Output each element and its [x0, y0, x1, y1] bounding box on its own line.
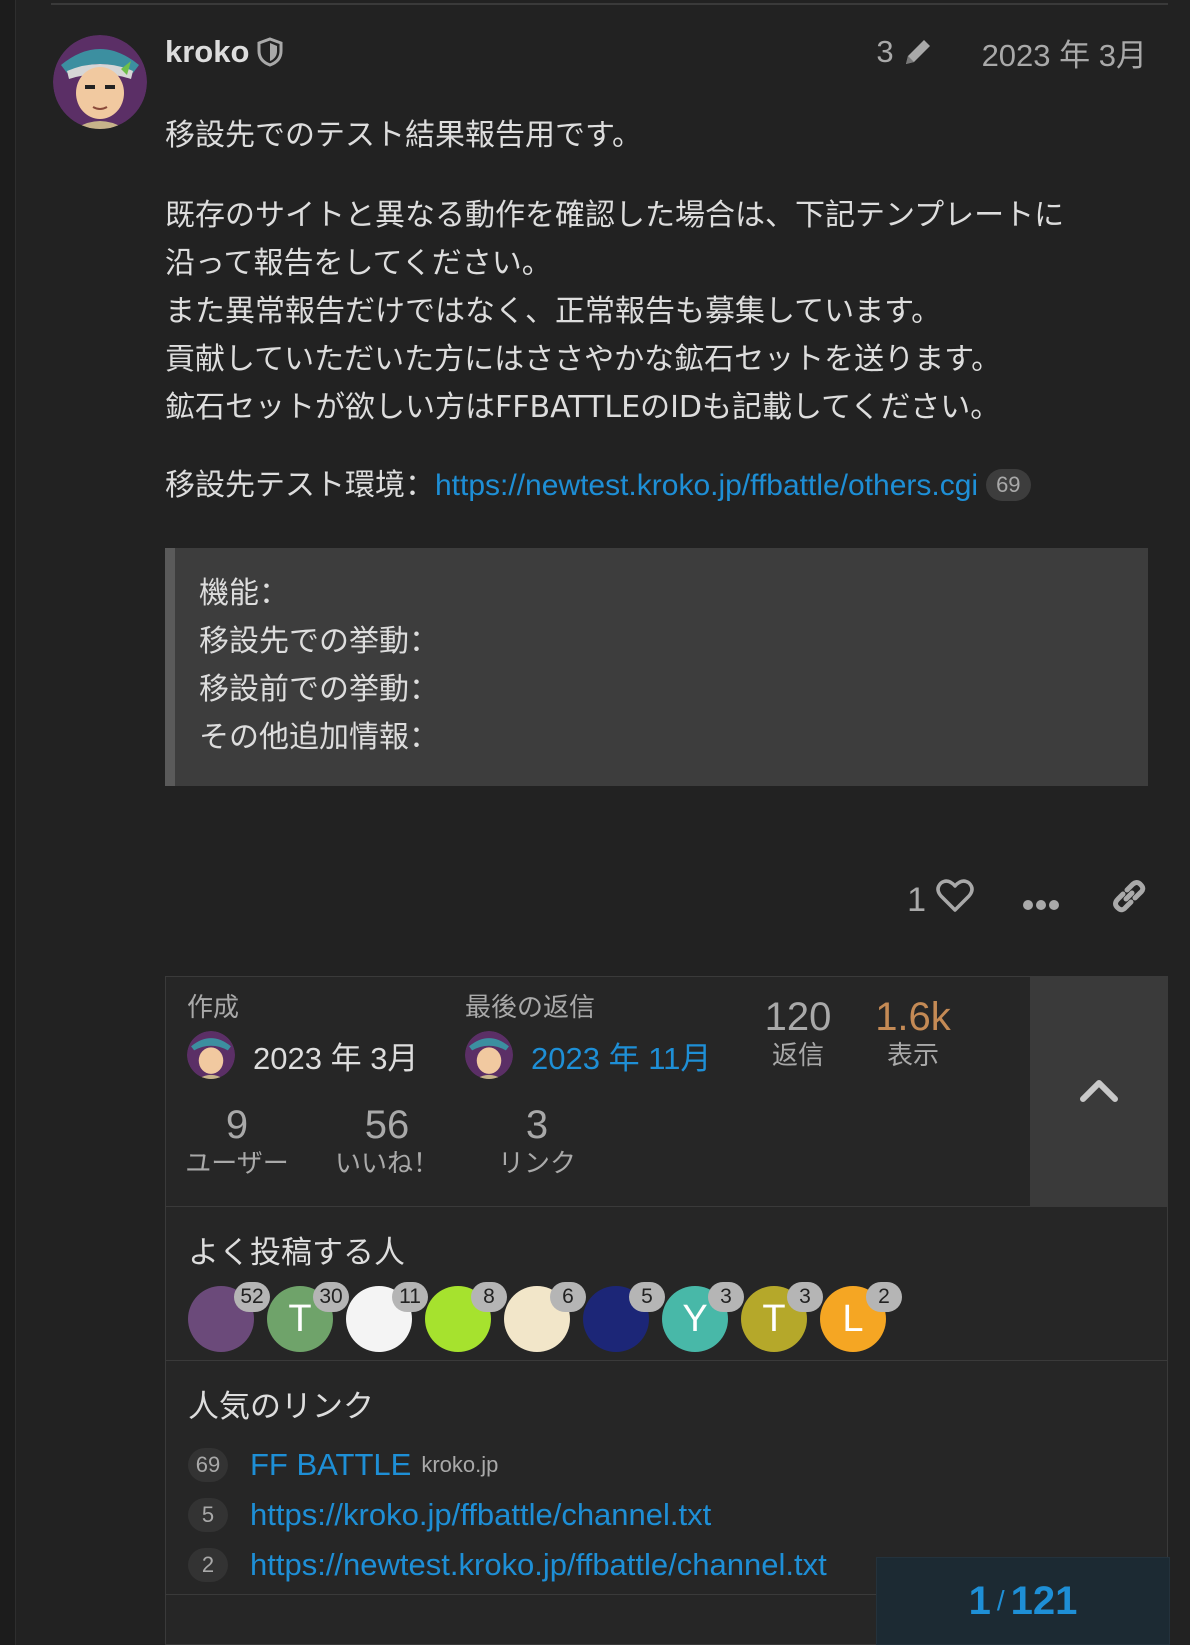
author-line: kroko — [165, 30, 283, 74]
progress-total: 121 — [1010, 1578, 1078, 1623]
replies-count: 120 — [764, 995, 832, 1039]
post-meta: 3 2023 年 3月 — [876, 30, 1147, 74]
poster-letter: T — [288, 1297, 312, 1340]
link-click-count: 5 — [188, 1498, 228, 1532]
template-blockquote: 機能： 移設先での挙動： 移設前での挙動： その他追加情報： — [165, 548, 1148, 786]
body-line: 貢献していただいた方にはささやかな鉱石セットを送ります。 — [165, 342, 1002, 377]
popular-link-row: 69 FF BATTLE kroko.jp — [188, 1440, 1167, 1490]
quote-line: 移設先での挙動： — [199, 624, 439, 659]
popular-link[interactable]: FF BATTLE — [250, 1447, 411, 1483]
created-label: 作成 — [187, 993, 240, 1023]
frequent-posters-title: よく投稿する人 — [188, 1235, 405, 1271]
created-date: 2023 年 3月 — [253, 1040, 419, 1076]
quote-line: 移設前での挙動： — [199, 672, 439, 707]
post-divider — [51, 3, 1168, 5]
last-reply-date[interactable]: 2023 年 11月 — [531, 1033, 711, 1078]
frequent-poster[interactable]: 6 — [504, 1282, 586, 1352]
like-count[interactable]: 1 — [907, 881, 926, 920]
pencil-icon[interactable] — [902, 36, 934, 68]
body-line: 鉱石セットが欲しい方はFFBATTLEのIDも記載してください。 — [165, 390, 1001, 425]
poster-count-badge: 52 — [234, 1282, 270, 1312]
last-replier-avatar[interactable] — [465, 1031, 513, 1079]
link-click-count: 69 — [188, 1448, 228, 1482]
frequent-poster[interactable]: 52 — [188, 1282, 270, 1352]
author-avatar[interactable] — [53, 35, 147, 129]
post-actions: 1 — [907, 875, 1148, 925]
frequent-poster[interactable]: T 30 — [267, 1282, 349, 1352]
body-line: 沿って報告をしてください。 — [165, 246, 552, 281]
users-stat: 9 ユーザー — [182, 1103, 292, 1181]
post-date[interactable]: 2023 年 3月 — [982, 30, 1147, 75]
poster-count-badge: 11 — [392, 1282, 428, 1312]
post-paragraph: 既存のサイトと異なる動作を確認した場合は、下記テンプレートに 沿って報告をしてく… — [165, 192, 1150, 432]
body-line: 既存のサイトと異なる動作を確認した場合は、下記テンプレートに — [165, 198, 1065, 233]
post-body: 移設先でのテスト結果報告用です。 既存のサイトと異なる動作を確認した場合は、下記… — [165, 112, 1150, 542]
users-label: ユーザー — [185, 1149, 289, 1179]
collapse-topic-map-button[interactable] — [1030, 977, 1167, 1207]
post-intro: 移設先でのテスト結果報告用です。 — [165, 118, 642, 153]
env-line: 移設先テスト環境：https://newtest.kroko.jp/ffbatt… — [165, 462, 1150, 510]
frequent-poster[interactable]: 8 — [425, 1282, 507, 1352]
edit-count[interactable]: 3 — [876, 34, 893, 70]
frequent-poster[interactable]: 11 — [346, 1282, 428, 1352]
links-stat: 3 リンク — [482, 1103, 592, 1181]
links-count: 3 — [525, 1103, 549, 1147]
progress-separator: / — [996, 1585, 1005, 1616]
popular-link[interactable]: https://kroko.jp/ffbattle/channel.txt — [250, 1497, 711, 1533]
chevron-up-icon — [1079, 1077, 1119, 1107]
link-domain: kroko.jp — [421, 1452, 499, 1477]
links-label: リンク — [497, 1149, 576, 1179]
popular-link[interactable]: https://newtest.kroko.jp/ffbattle/channe… — [250, 1547, 827, 1583]
frequent-poster[interactable]: L2 — [820, 1282, 902, 1352]
created-row: 2023 年 3月 — [187, 1031, 418, 1079]
frequent-posters-section: よく投稿する人 52 T 30 11 8 6 5 Y 3 T 3 L 2 — [166, 1207, 1167, 1361]
topic-map: 作成 2023 年 3月 最後の返信 2023 年 11月 120 返信 1.6… — [165, 976, 1168, 1645]
likes-count: 56 — [364, 1103, 410, 1147]
frequent-posters-list: 52 T 30 11 8 6 5 Y 3 T 3 L 2 — [166, 1272, 1167, 1352]
users-count: 9 — [225, 1103, 249, 1147]
poster-count-badge: 6 — [550, 1282, 586, 1312]
replies-stat: 120 返信 — [748, 995, 848, 1073]
poster-letter: Y — [682, 1297, 708, 1340]
last-reply-row: 2023 年 11月 — [465, 1031, 711, 1079]
frequent-poster[interactable]: T3 — [741, 1282, 823, 1352]
likes-label: いいね！ — [334, 1149, 439, 1179]
left-scroll-gutter — [0, 0, 16, 1645]
views-count: 1.6k — [875, 995, 951, 1039]
topic-progress-indicator[interactable]: 1 / 121 — [876, 1557, 1170, 1645]
topic-map-summary[interactable]: 作成 2023 年 3月 最後の返信 2023 年 11月 120 返信 1.6… — [166, 977, 1167, 1207]
env-label: 移設先テスト環境： — [165, 468, 435, 503]
env-link[interactable]: https://newtest.kroko.jp/ffbattle/others… — [435, 469, 978, 502]
heart-icon[interactable] — [936, 878, 974, 922]
link-click-count: 69 — [986, 469, 1031, 501]
quote-line: 機能： — [199, 576, 289, 611]
frequent-poster[interactable]: 5 — [583, 1282, 665, 1352]
share-link-icon[interactable] — [1110, 877, 1148, 924]
quote-line: その他追加情報： — [199, 720, 439, 755]
body-line: また異常報告だけではなく、正常報告も募集しています。 — [165, 294, 942, 329]
poster-count-badge: 8 — [471, 1282, 507, 1312]
views-stat: 1.6k 表示 — [863, 995, 963, 1073]
popular-links-title: 人気のリンク — [188, 1389, 374, 1425]
poster-letter: L — [842, 1297, 864, 1340]
poster-count-badge: 3 — [787, 1282, 823, 1312]
poster-count-badge: 2 — [866, 1282, 902, 1312]
poster-letter: T — [762, 1297, 786, 1340]
moderator-shield-icon — [257, 37, 283, 67]
author-name[interactable]: kroko — [165, 34, 249, 70]
progress-current: 1 — [968, 1578, 991, 1623]
replies-label: 返信 — [771, 1041, 824, 1071]
frequent-poster[interactable]: Y3 — [662, 1282, 744, 1352]
popular-link-row: 5 https://kroko.jp/ffbattle/channel.txt — [188, 1490, 1167, 1540]
views-label: 表示 — [886, 1041, 939, 1071]
more-options-icon[interactable] — [1022, 881, 1060, 920]
last-reply-label: 最後の返信 — [465, 993, 596, 1023]
poster-count-badge: 5 — [629, 1282, 665, 1312]
likes-stat: 56 いいね！ — [332, 1103, 442, 1181]
poster-count-badge: 3 — [708, 1282, 744, 1312]
poster-count-badge: 30 — [313, 1282, 349, 1312]
creator-avatar[interactable] — [187, 1031, 235, 1079]
link-click-count: 2 — [188, 1548, 228, 1582]
